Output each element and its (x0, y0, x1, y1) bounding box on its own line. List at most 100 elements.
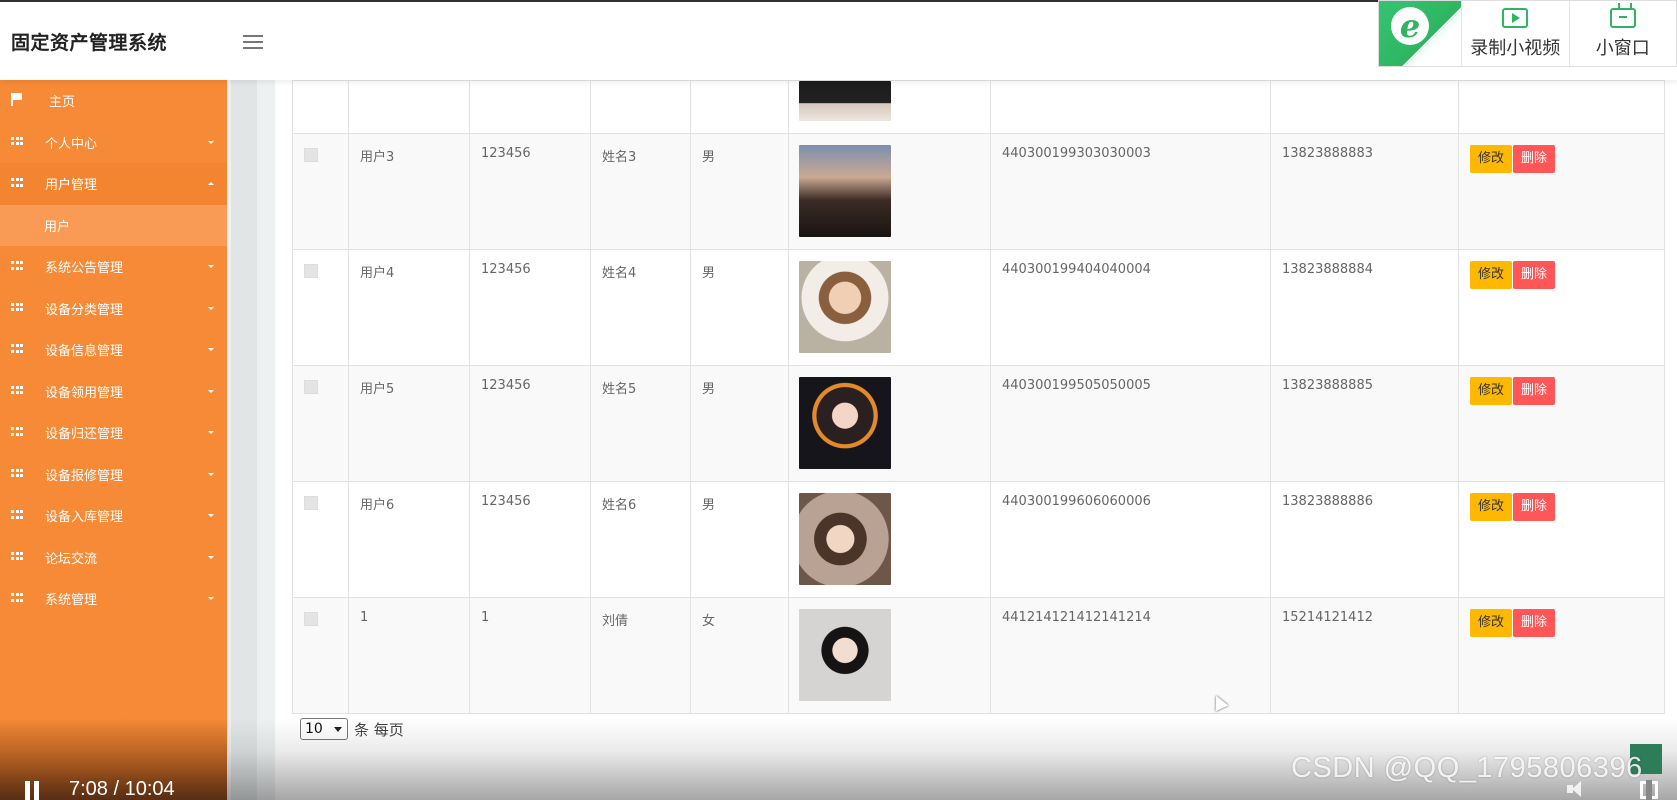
sidebar-item-user-management[interactable]: 用户管理 (0, 163, 227, 205)
user-table: 用户3 123456 姓名3 男 440300199303030003 1382… (292, 80, 1665, 714)
edit-button[interactable]: 修改 (1470, 493, 1513, 521)
grid-icon (11, 178, 23, 188)
sidebar-item-label: 设备报修管理 (45, 468, 124, 484)
sidebar-item-system[interactable]: 系统管理 (0, 578, 227, 620)
sidebar-item-label: 个人中心 (45, 136, 98, 152)
grid-icon (11, 344, 23, 354)
delete-button[interactable]: 删除 (1513, 377, 1556, 405)
caret-down-icon (208, 514, 214, 517)
tv-icon (1609, 7, 1636, 28)
mini-window-label: 小窗口 (1595, 37, 1650, 59)
sidebar-item-label: 设备归还管理 (45, 427, 124, 443)
cell-account: 用户3 (348, 133, 470, 250)
sidebar-item-device-checkout[interactable]: 设备领用管理 (0, 371, 227, 413)
sidebar-item-home[interactable]: 主页 (0, 80, 227, 122)
pause-icon[interactable] (24, 781, 42, 800)
sidebar-item-personal-center[interactable]: 个人中心 (0, 122, 227, 164)
record-video-button[interactable]: 录制小视频 (1461, 1, 1569, 66)
sidebar-item-device-stock-in[interactable]: 设备入库管理 (0, 495, 227, 537)
caret-down-icon (208, 306, 214, 310)
cell-account: 1 (348, 597, 470, 714)
caret-down-icon (208, 597, 214, 600)
table-row: 用户4 123456 姓名4 男 440300199404040004 1382… (292, 249, 1665, 366)
sidebar-item-announcement[interactable]: 系统公告管理 (0, 246, 227, 288)
cell-id-card: 440300199303030003 (990, 133, 1271, 250)
sidebar-item-device-repair[interactable]: 设备报修管理 (0, 454, 227, 496)
grid-icon (11, 302, 23, 313)
row-checkbox[interactable] (304, 148, 318, 162)
cell-name: 姓名6 (590, 481, 691, 598)
grid-icon (11, 510, 23, 520)
grid-icon (11, 427, 23, 437)
grid-icon (11, 136, 23, 147)
delete-button[interactable]: 删除 (1513, 609, 1556, 637)
caret-down-icon (208, 472, 214, 476)
sidebar-item-label: 设备分类管理 (45, 302, 124, 318)
row-checkbox[interactable] (304, 264, 318, 278)
cell-id-card: 441214121412141214 (990, 597, 1271, 714)
edit-button[interactable]: 修改 (1470, 261, 1513, 289)
cell-password: 123456 (469, 133, 591, 250)
row-checkbox[interactable] (304, 612, 318, 626)
sidebar-item-label: 设备入库管理 (45, 510, 124, 526)
caret-down-icon (208, 555, 214, 559)
edit-button[interactable]: 修改 (1470, 609, 1513, 637)
video-time: 7:08 / 10:04 (69, 778, 175, 800)
user-photo (799, 261, 891, 353)
volume-icon[interactable] (1567, 780, 1589, 798)
mini-window-button[interactable]: 小窗口 (1568, 1, 1677, 66)
page-size-suffix: 条 每页 (354, 720, 404, 739)
cell-phone: 13823888885 (1270, 365, 1459, 482)
watermark-text: CSDN @QQ_1795806396 (1291, 752, 1643, 784)
flag-icon (11, 93, 23, 106)
edit-button[interactable]: 修改 (1470, 145, 1513, 173)
sidebar-item-label: 论坛交流 (45, 551, 98, 567)
cell-password: 1 (469, 597, 591, 714)
cell-password: 123456 (469, 481, 591, 598)
user-photo (799, 493, 891, 585)
sidebar-subitem-users[interactable]: 用户 (0, 204, 227, 246)
delete-button[interactable]: 删除 (1513, 493, 1556, 521)
cell-id-card: 440300199505050005 (990, 365, 1271, 482)
caret-up-icon (208, 182, 214, 185)
delete-button[interactable]: 删除 (1513, 145, 1556, 173)
user-photo (799, 81, 891, 121)
cell-name: 姓名3 (590, 133, 691, 250)
cell-gender: 男 (690, 133, 789, 250)
cell-gender: 女 (690, 597, 789, 714)
cell-phone: 15214121412 (1270, 597, 1459, 714)
cell-name: 刘倩 (590, 597, 691, 714)
hamburger-menu-icon[interactable] (243, 31, 263, 53)
sidebar-item-device-info[interactable]: 设备信息管理 (0, 329, 227, 371)
caret-down-icon (208, 265, 214, 268)
cell-name: 姓名4 (590, 249, 691, 366)
row-checkbox[interactable] (304, 496, 318, 510)
edit-button[interactable]: 修改 (1470, 377, 1513, 405)
cell-gender: 男 (690, 365, 789, 482)
table-row (292, 80, 1665, 134)
brand-title: 固定资产管理系统 (11, 32, 168, 54)
caret-down-icon (208, 389, 214, 393)
app-window: 固定资产管理系统 e 录制小视频 小窗口 主页 个人中心 用户管理 用户 系统公… (0, 0, 1677, 800)
cell-phone: 13823888884 (1270, 249, 1459, 366)
cell-account: 用户4 (348, 249, 470, 366)
sidebar-item-label: 主页 (49, 95, 76, 111)
user-photo (799, 145, 891, 237)
fullscreen-icon[interactable] (1640, 780, 1658, 800)
sidebar-item-device-return[interactable]: 设备归还管理 (0, 412, 227, 454)
page-size-value: 10 (305, 721, 323, 737)
sidebar-item-label: 设备信息管理 (45, 344, 124, 360)
recorder-toolbar: e 录制小视频 小窗口 (1378, 0, 1677, 67)
delete-button[interactable]: 删除 (1513, 261, 1556, 289)
sidebar-item-device-category[interactable]: 设备分类管理 (0, 288, 227, 330)
grid-icon (11, 261, 23, 271)
table-row: 用户6 123456 姓名6 男 440300199606060006 1382… (292, 481, 1665, 598)
cell-account: 用户5 (348, 365, 470, 482)
cell-gender: 男 (690, 481, 789, 598)
caret-down-icon (208, 431, 214, 434)
grid-icon (11, 593, 23, 603)
page-size-select[interactable]: 10 (300, 718, 348, 740)
sidebar-item-forum[interactable]: 论坛交流 (0, 537, 227, 579)
table-row: 1 1 刘倩 女 441214121412141214 15214121412 … (292, 597, 1665, 714)
row-checkbox[interactable] (304, 380, 318, 394)
